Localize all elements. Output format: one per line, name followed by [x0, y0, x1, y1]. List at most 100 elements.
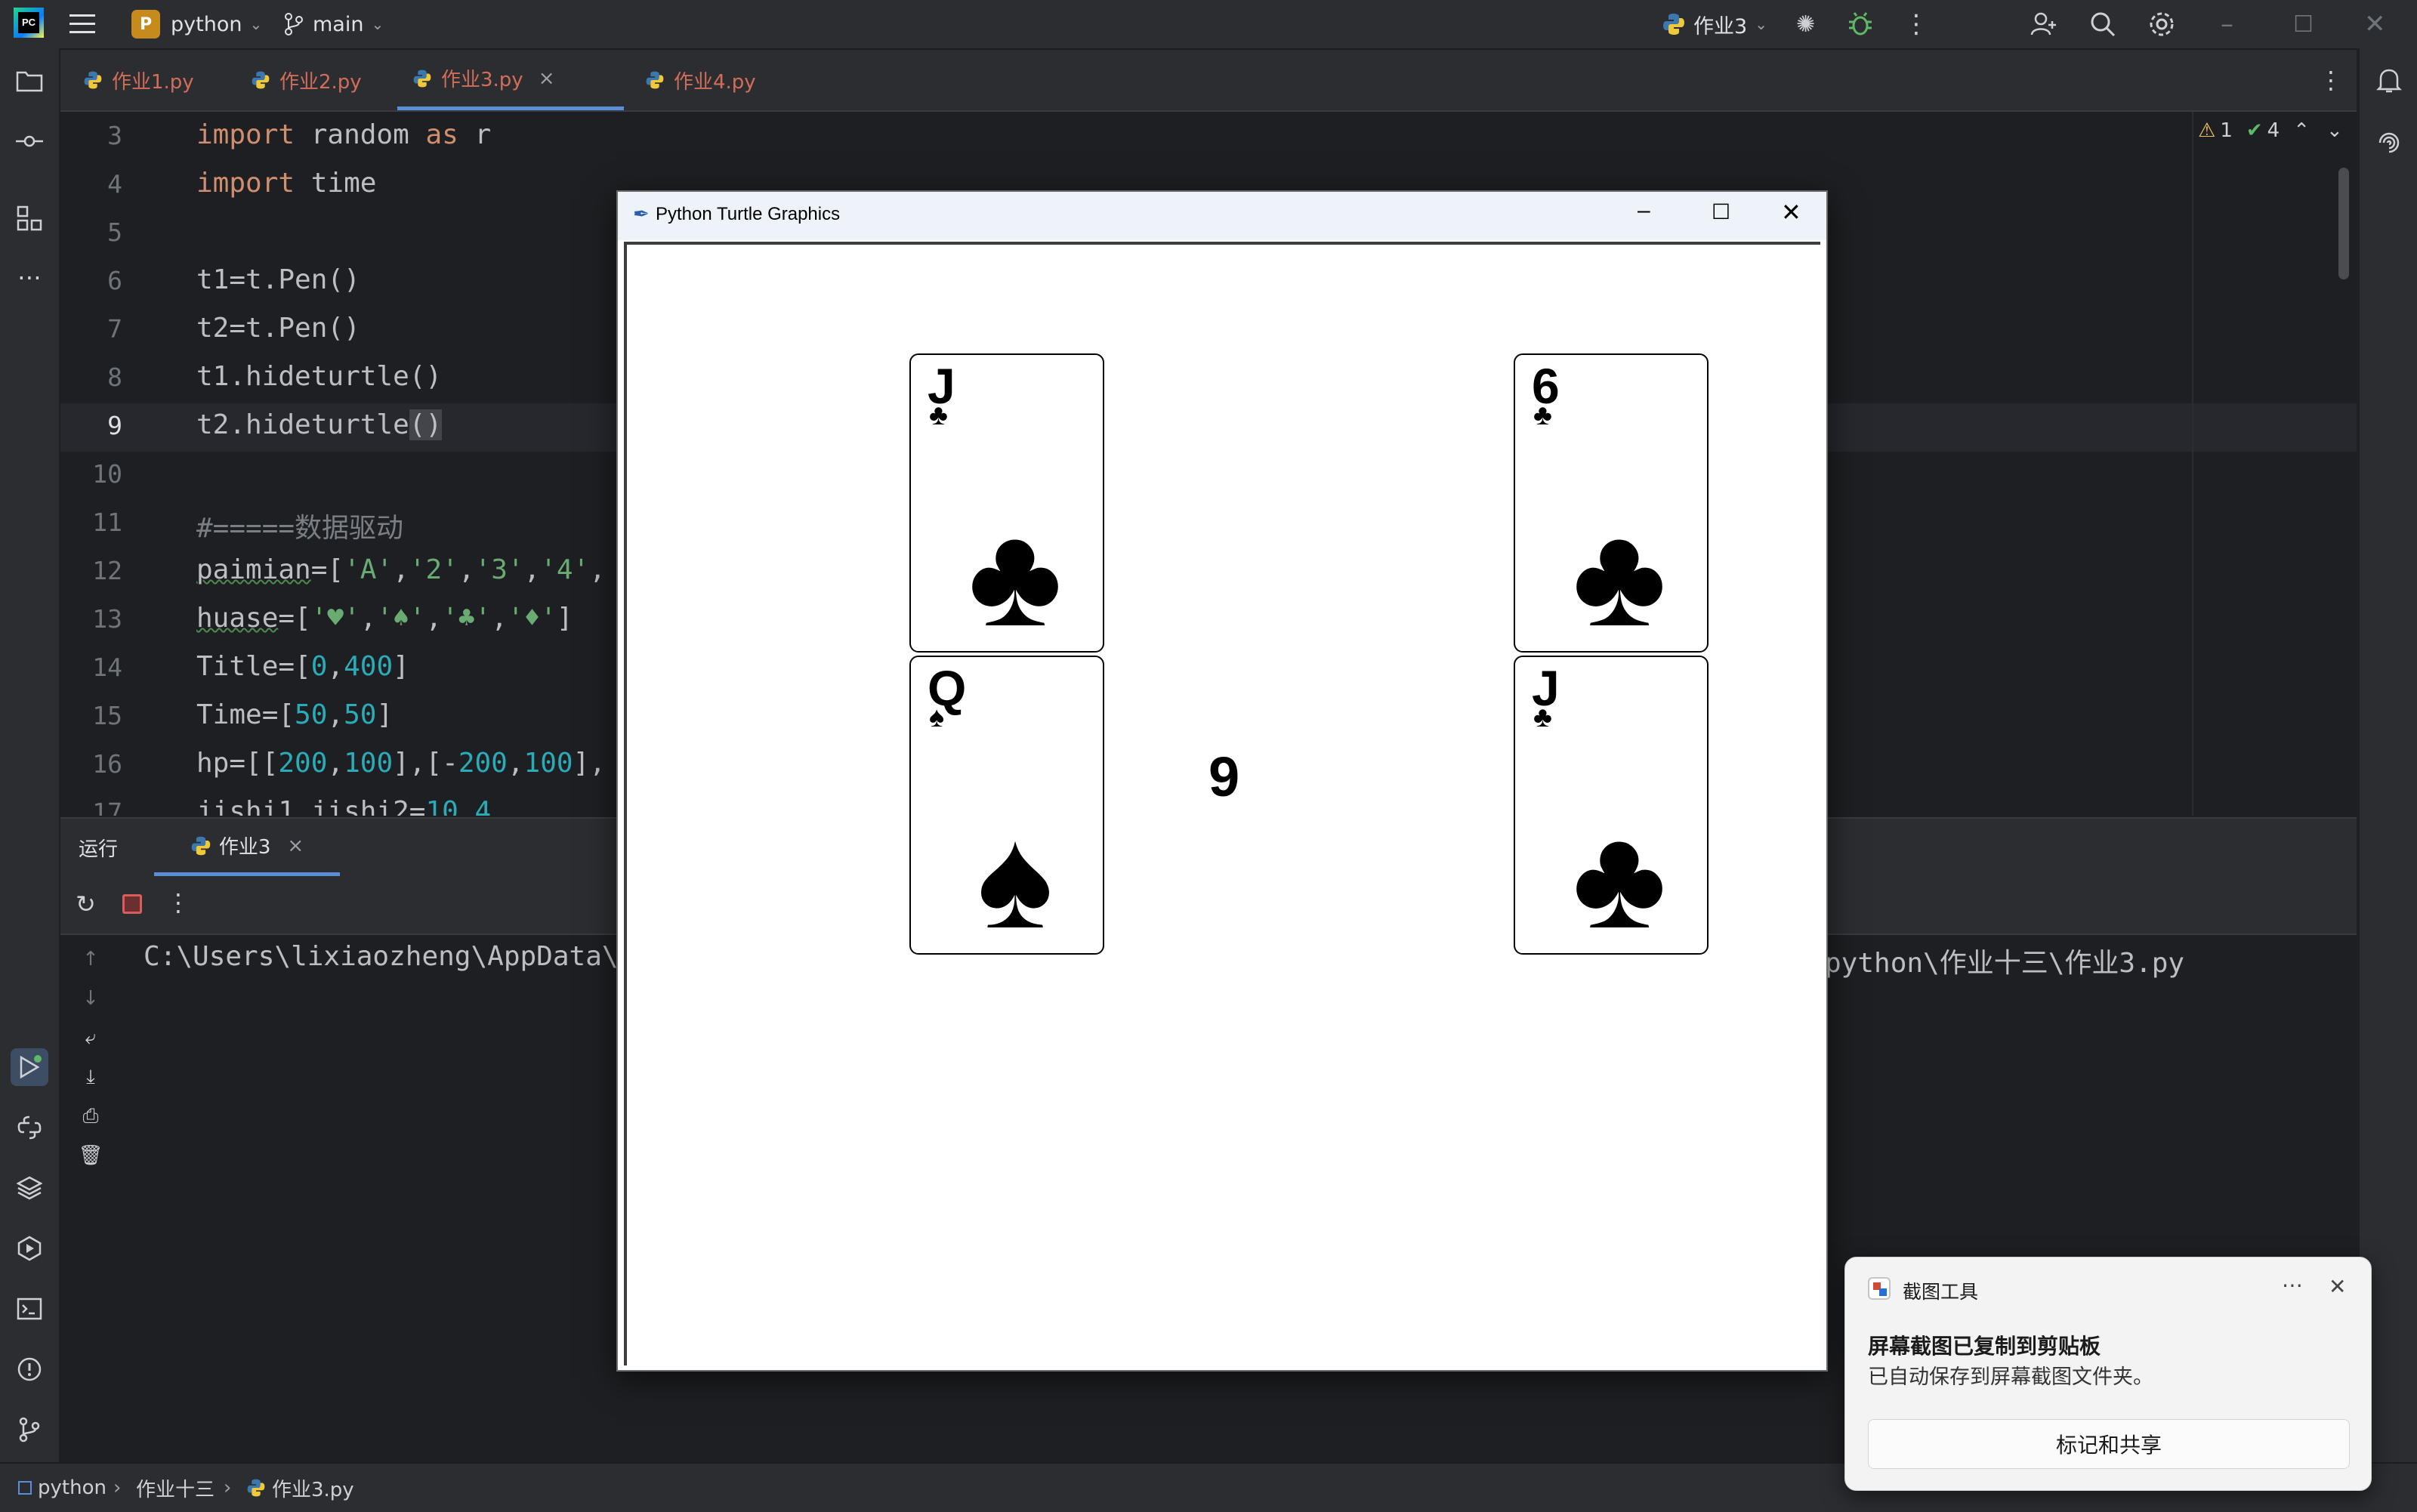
- more-icon[interactable]: ⋯: [2282, 1273, 2303, 1298]
- code-line: huase=['♥','♠','♣','♦']: [196, 603, 573, 634]
- add-user-icon[interactable]: [2030, 0, 2057, 48]
- search-icon[interactable]: [2089, 0, 2116, 48]
- commit-icon[interactable]: [11, 122, 48, 160]
- close-icon[interactable]: ✕: [2329, 1274, 2346, 1299]
- tab-label: 作业4.py: [674, 70, 756, 94]
- run-config-selector[interactable]: 作业3 ⌄: [1662, 0, 1767, 48]
- inspection-widget[interactable]: ⚠ 1 ✔ 4 ⌃ ⌄: [2198, 119, 2343, 142]
- chevron-down-icon[interactable]: ⌄: [2326, 119, 2343, 142]
- close-icon[interactable]: ✕: [2364, 0, 2386, 48]
- left-tool-strip: ⋯: [0, 48, 60, 1462]
- notification-body: 已自动保存到屏幕截图文件夹。: [1868, 1365, 2153, 1389]
- tab-options-icon[interactable]: ⋮: [2304, 50, 2358, 110]
- main-menu-icon[interactable]: [69, 0, 97, 48]
- project-selector[interactable]: P python ⌄: [131, 0, 262, 48]
- chevron-down-icon: ⌄: [1755, 15, 1767, 33]
- more-icon[interactable]: ⋮: [1903, 0, 1929, 48]
- breadcrumb-file[interactable]: 作业3.py: [246, 1464, 354, 1512]
- tab-zuoye2[interactable]: 作业2.py: [236, 50, 377, 110]
- club-icon: ♣: [1533, 702, 1552, 733]
- close-icon[interactable]: ✕: [1781, 198, 1801, 227]
- line-number: 12: [92, 556, 122, 585]
- run-tool-icon[interactable]: [11, 1048, 48, 1086]
- code-line: t2.hideturtle(): [196, 409, 443, 440]
- debug-icon[interactable]: [1847, 0, 1873, 48]
- snipping-tool-notification: 截图工具 ⋯ ✕ 屏幕截图已复制到剪贴板 已自动保存到屏幕截图文件夹。 标记和共…: [1844, 1257, 2372, 1491]
- terminal-icon[interactable]: [11, 1290, 48, 1328]
- minimize-icon[interactable]: –: [1638, 198, 1650, 224]
- minimize-icon[interactable]: –: [2221, 0, 2233, 48]
- python-console-icon[interactable]: [11, 1109, 48, 1146]
- chevron-right-icon: ›: [224, 1477, 232, 1499]
- tab-label: 作业3.py: [441, 69, 523, 91]
- branch-selector[interactable]: main ⌄: [284, 0, 384, 48]
- turtle-window-title: Python Turtle Graphics: [656, 204, 841, 224]
- ai-assistant-icon[interactable]: [2370, 124, 2408, 162]
- pycharm-logo-icon: PC: [14, 8, 44, 38]
- tab-zuoye1[interactable]: 作业1.py: [68, 50, 209, 110]
- python-file-icon: [84, 71, 102, 89]
- turtle-canvas[interactable]: J ♣ ♣ Q ♠ ♠ 6 ♣ ♣ J ♣ ♣ 9: [624, 242, 1820, 1365]
- settings-icon[interactable]: [2148, 0, 2175, 48]
- console-output-left: C:\Users\lixiaozheng\AppData\: [144, 941, 619, 972]
- folder-icon[interactable]: [11, 62, 48, 100]
- code-line: t2=t.Pen(): [196, 313, 360, 344]
- soft-wrap-icon[interactable]: ⤶: [76, 1023, 106, 1053]
- structure-icon[interactable]: [11, 199, 48, 237]
- maximize-icon[interactable]: ☐: [2293, 0, 2314, 48]
- title-bar: PC P python ⌄ main ⌄ 作业3 ⌄ ✺ ⋮ – ☐ ✕: [0, 0, 2417, 50]
- spade-icon: ♠: [977, 798, 1054, 958]
- run-config-name: 作业3: [1693, 14, 1748, 39]
- line-number: 10: [92, 459, 122, 489]
- run-tab-label: 作业3: [218, 836, 271, 859]
- services-icon[interactable]: [11, 1230, 48, 1267]
- branch-icon: [285, 13, 303, 35]
- code-line: paimian=['A','2','3','4',: [196, 554, 606, 585]
- maximize-icon[interactable]: ☐: [1712, 199, 1730, 224]
- line-number: 17: [92, 798, 122, 816]
- trash-icon[interactable]: 🗑: [76, 1140, 106, 1171]
- rerun-icon[interactable]: ↻: [76, 890, 96, 918]
- mark-and-share-button[interactable]: 标记和共享: [1868, 1419, 2350, 1469]
- more-tools-icon[interactable]: ⋯: [11, 258, 48, 296]
- breadcrumb-folder[interactable]: 作业十三: [136, 1464, 215, 1512]
- close-tab-icon[interactable]: ×: [539, 67, 555, 90]
- arrow-down-icon[interactable]: ↓: [76, 983, 106, 1014]
- editor-scrollbar[interactable]: [2338, 168, 2349, 279]
- stop-icon[interactable]: [122, 894, 142, 914]
- more-icon[interactable]: ⋮: [166, 888, 190, 917]
- right-tool-strip: [2358, 48, 2417, 1462]
- tab-zuoye3[interactable]: 作业3.py ×: [397, 50, 624, 110]
- chevron-up-icon[interactable]: ⌃: [2293, 119, 2310, 142]
- run-tab[interactable]: 作业3 ×: [154, 819, 340, 876]
- print-icon[interactable]: ⎙: [76, 1101, 106, 1131]
- line-number: 14: [92, 653, 122, 682]
- python-icon: [1663, 14, 1684, 35]
- arrow-up-icon[interactable]: ↑: [76, 944, 106, 974]
- turtle-graphics-window: ✒ Python Turtle Graphics – ☐ ✕ J ♣ ♣ Q ♠…: [616, 190, 1828, 1372]
- club-icon: ♣: [968, 496, 1063, 656]
- git-icon[interactable]: [11, 1411, 48, 1449]
- python-file-icon: [247, 1479, 265, 1497]
- layers-icon[interactable]: [11, 1169, 48, 1207]
- python-file-icon: [646, 71, 664, 89]
- chevron-down-icon: ⌄: [371, 15, 384, 33]
- run-panel-title: 运行: [79, 838, 119, 861]
- scroll-to-end-icon[interactable]: ⤓: [76, 1062, 106, 1092]
- breadcrumb-project[interactable]: python: [18, 1464, 106, 1512]
- tab-zuoye4[interactable]: 作业4.py: [630, 50, 771, 110]
- close-tab-icon[interactable]: ×: [287, 835, 304, 857]
- playing-card: 6 ♣ ♣: [1514, 353, 1709, 653]
- notifications-icon[interactable]: [2370, 62, 2408, 100]
- module-icon: [18, 1481, 32, 1495]
- python-file-icon: [413, 69, 431, 87]
- feather-icon: ✒: [633, 202, 650, 225]
- warning-count: 1: [2220, 119, 2233, 142]
- sync-icon[interactable]: ✺: [1796, 0, 1815, 48]
- problems-icon[interactable]: [11, 1350, 48, 1388]
- turtle-window-titlebar[interactable]: ✒ Python Turtle Graphics – ☐ ✕: [618, 192, 1826, 240]
- python-icon: [191, 836, 211, 855]
- project-name: python: [171, 12, 242, 36]
- line-number: 3: [107, 121, 122, 150]
- line-number: 4: [107, 169, 122, 199]
